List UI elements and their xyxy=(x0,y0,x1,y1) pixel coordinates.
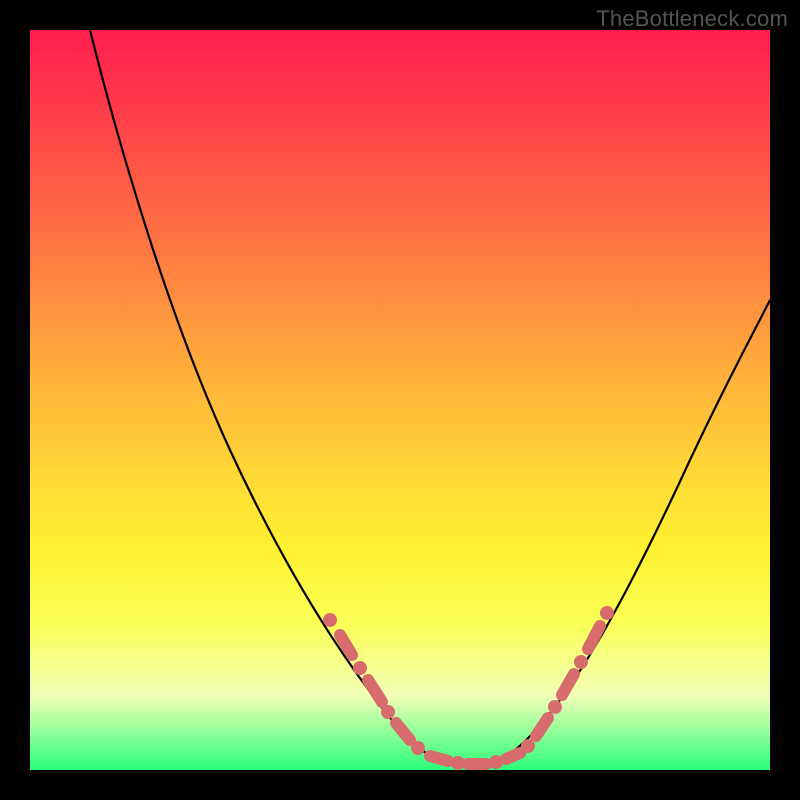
left-marker-cluster xyxy=(323,613,425,755)
bottom-marker-cluster xyxy=(430,753,520,770)
right-marker-cluster xyxy=(521,606,614,753)
watermark-text: TheBottleneck.com xyxy=(596,6,788,32)
bottleneck-curve xyxy=(90,30,770,766)
bottleneck-plot xyxy=(30,30,770,770)
chart-frame xyxy=(30,30,770,770)
